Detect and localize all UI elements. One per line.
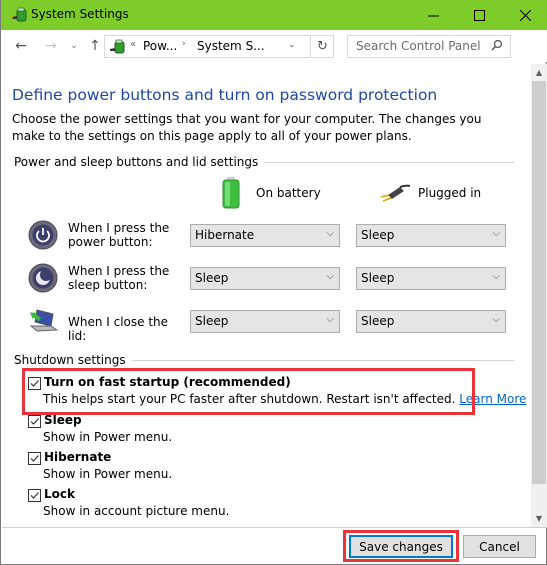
on-battery-header: On battery bbox=[222, 177, 342, 211]
hibernate-title[interactable]: Hibernate bbox=[44, 450, 111, 464]
chevron-down-icon: ▼ bbox=[535, 514, 543, 523]
sleep-button-icon bbox=[28, 263, 58, 293]
lid-on-battery-select[interactable]: Sleep ⌵ bbox=[190, 310, 340, 333]
chevron-down-icon: ⌵ bbox=[326, 228, 334, 239]
address-dropdown-icon[interactable]: ⌄ bbox=[288, 40, 296, 50]
address-bar[interactable]: « Pow... › System S... ⌄ bbox=[104, 35, 311, 58]
vertical-scrollbar[interactable]: ▲ ▼ bbox=[531, 64, 547, 527]
laptop-lid-icon bbox=[29, 309, 59, 332]
footer-divider bbox=[2, 527, 547, 528]
checkmark-icon bbox=[30, 492, 39, 499]
lock-title[interactable]: Lock bbox=[44, 487, 75, 501]
learn-more-link[interactable]: Learn More bbox=[459, 392, 526, 406]
lid-label: When I close the lid: bbox=[68, 315, 169, 343]
refresh-button[interactable]: ↻ bbox=[312, 35, 334, 58]
select-value: Sleep bbox=[195, 271, 229, 285]
cancel-button[interactable]: Cancel bbox=[463, 535, 536, 558]
arrow-up-icon: ↑ bbox=[89, 38, 101, 54]
select-value: Sleep bbox=[195, 314, 229, 328]
recent-locations-button[interactable]: ⌄ bbox=[64, 36, 84, 56]
lock-checkbox[interactable] bbox=[28, 489, 41, 502]
battery-icon bbox=[222, 177, 240, 209]
minimize-icon bbox=[427, 15, 439, 16]
checkmark-icon bbox=[30, 380, 39, 387]
breadcrumb-overflow[interactable]: « bbox=[130, 39, 136, 50]
plug-icon bbox=[380, 184, 410, 202]
refresh-icon: ↻ bbox=[317, 39, 328, 54]
back-button[interactable]: ← bbox=[11, 36, 31, 56]
scrollbar-thumb[interactable] bbox=[532, 81, 546, 484]
shutdown-section-label: Shutdown settings bbox=[14, 353, 132, 367]
chevron-up-icon: ▲ bbox=[535, 68, 543, 77]
up-button[interactable]: ↑ bbox=[85, 36, 105, 56]
breadcrumb-power-options[interactable]: Pow... bbox=[143, 39, 177, 53]
minimize-button[interactable] bbox=[410, 0, 456, 30]
fast-startup-title[interactable]: Turn on fast startup (recommended) bbox=[44, 375, 291, 389]
power-button-on-battery-select[interactable]: Hibernate ⌵ bbox=[190, 224, 340, 247]
content-area: Define power buttons and turn on passwor… bbox=[2, 64, 530, 527]
sleep-description: Show in Power menu. bbox=[43, 430, 173, 444]
close-button[interactable] bbox=[502, 0, 547, 30]
arrow-right-icon: → bbox=[45, 38, 57, 54]
save-changes-button[interactable]: Save changes bbox=[349, 535, 453, 558]
sleep-checkbox[interactable] bbox=[28, 415, 41, 428]
search-icon[interactable] bbox=[491, 39, 503, 51]
maximize-icon bbox=[473, 9, 485, 21]
chevron-down-icon: ⌵ bbox=[326, 271, 334, 282]
maximize-button[interactable] bbox=[456, 0, 502, 30]
fast-startup-checkbox[interactable] bbox=[28, 377, 41, 390]
breadcrumb-separator[interactable]: › bbox=[182, 39, 186, 49]
select-value: Sleep bbox=[361, 228, 395, 242]
power-button-label: When I press the power button: bbox=[68, 221, 170, 249]
chevron-down-icon: ⌵ bbox=[492, 314, 500, 325]
chevron-down-icon: ⌵ bbox=[492, 271, 500, 282]
on-battery-label: On battery bbox=[256, 186, 321, 200]
fast-startup-description: This helps start your PC faster after sh… bbox=[43, 392, 526, 406]
forward-button[interactable]: → bbox=[41, 36, 61, 56]
sleep-title[interactable]: Sleep bbox=[44, 413, 82, 427]
lock-description: Show in account picture menu. bbox=[43, 504, 230, 518]
breadcrumb-system-settings[interactable]: System S... bbox=[197, 39, 265, 53]
sleep-button-plugged-in-select[interactable]: Sleep ⌵ bbox=[356, 267, 506, 290]
power-options-icon bbox=[11, 7, 27, 22]
select-value: Sleep bbox=[361, 271, 395, 285]
power-options-icon bbox=[110, 39, 125, 54]
plugged-in-label: Plugged in bbox=[418, 186, 482, 200]
plugged-in-header: Plugged in bbox=[380, 177, 500, 211]
page-description: Choose the power settings that you want … bbox=[12, 112, 482, 143]
hibernate-checkbox[interactable] bbox=[28, 452, 41, 465]
lid-plugged-in-select[interactable]: Sleep ⌵ bbox=[356, 310, 506, 333]
window-title: System Settings bbox=[31, 7, 129, 21]
scroll-down-button[interactable]: ▼ bbox=[531, 510, 547, 527]
navigation-bar: ← → ⌄ ↑ « Pow... › System S... ⌄ ↻ Searc… bbox=[1, 30, 547, 62]
checkmark-icon bbox=[30, 418, 39, 425]
power-section-label: Power and sleep buttons and lid settings bbox=[14, 155, 265, 169]
chevron-down-icon: ⌵ bbox=[326, 314, 334, 325]
page-title: Define power buttons and turn on passwor… bbox=[12, 86, 438, 104]
search-input[interactable]: Search Control Panel bbox=[347, 35, 511, 58]
checkmark-icon bbox=[30, 455, 39, 462]
scroll-up-button[interactable]: ▲ bbox=[531, 64, 547, 81]
hibernate-description: Show in Power menu. bbox=[43, 467, 173, 481]
select-value: Hibernate bbox=[195, 228, 255, 242]
power-button-plugged-in-select[interactable]: Sleep ⌵ bbox=[356, 224, 506, 247]
chevron-down-icon: ⌵ bbox=[492, 228, 500, 239]
arrow-left-icon: ← bbox=[15, 38, 27, 54]
close-icon bbox=[519, 9, 531, 21]
title-bar[interactable]: System Settings bbox=[1, 0, 547, 30]
search-placeholder: Search Control Panel bbox=[356, 39, 481, 53]
chevron-down-icon: ⌄ bbox=[70, 41, 78, 51]
select-value: Sleep bbox=[361, 314, 395, 328]
sleep-button-on-battery-select[interactable]: Sleep ⌵ bbox=[190, 267, 340, 290]
system-settings-window: System Settings ← → ⌄ ↑ « Pow... › Syste… bbox=[0, 0, 547, 565]
sleep-button-label: When I press the sleep button: bbox=[68, 264, 170, 292]
power-button-icon bbox=[28, 220, 58, 250]
description-text: This helps start your PC faster after sh… bbox=[43, 392, 456, 406]
